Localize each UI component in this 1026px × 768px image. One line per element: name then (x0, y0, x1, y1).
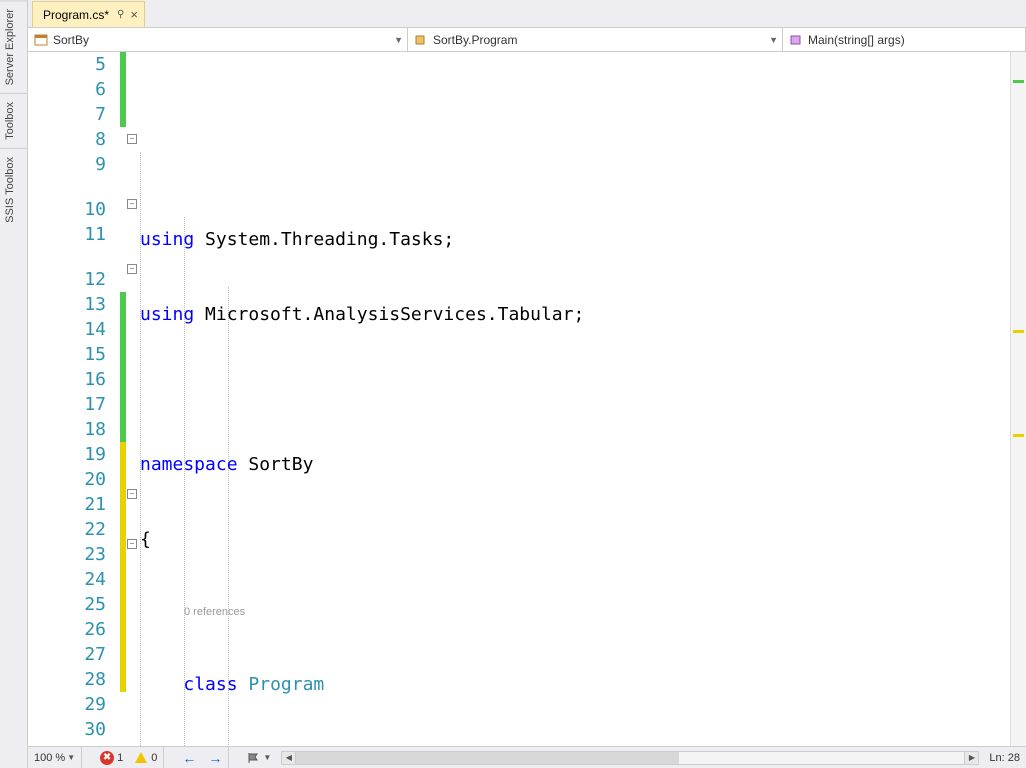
ssis-toolbox-tab[interactable]: SSIS Toolbox (0, 148, 27, 231)
chevron-down-icon: ▼ (394, 35, 403, 45)
navigation-bar: SortBy ▼ SortBy.Program ▼ Main(string[] … (28, 28, 1026, 52)
fold-toggle[interactable] (127, 199, 137, 209)
nav-project-dropdown[interactable]: SortBy ▼ (28, 28, 408, 51)
warning-count[interactable]: 0 (129, 747, 163, 768)
fold-toggle[interactable] (127, 539, 137, 549)
nav-forward-button[interactable]: → (202, 747, 228, 768)
close-icon[interactable]: × (130, 7, 138, 22)
error-count[interactable]: ✖1 (94, 747, 129, 768)
chevron-down-icon: ▼ (769, 35, 778, 45)
fold-column (126, 52, 140, 746)
nav-member-dropdown[interactable]: Main(string[] args) (783, 28, 1026, 51)
zoom-dropdown[interactable]: 100 %▼ (28, 747, 81, 768)
codelens-refs[interactable]: 0 references (184, 602, 245, 627)
nav-member-label: Main(string[] args) (808, 33, 905, 47)
class-icon (414, 34, 428, 46)
nav-class-label: SortBy.Program (433, 33, 517, 47)
line-number-gutter: 5 6 7 8 9 10 11 12 13 14 15 16 17 18 19 … (28, 52, 120, 746)
warning-icon (135, 752, 147, 763)
fold-toggle[interactable] (127, 489, 137, 499)
left-tool-strip: Server Explorer Toolbox SSIS Toolbox (0, 0, 28, 768)
method-icon (789, 34, 803, 46)
flag-icon (247, 752, 261, 764)
code-editor[interactable]: 5 6 7 8 9 10 11 12 13 14 15 16 17 18 19 … (28, 52, 1026, 746)
error-icon: ✖ (100, 751, 114, 765)
scroll-left-icon[interactable]: ◀ (282, 752, 296, 764)
fold-toggle[interactable] (127, 264, 137, 274)
nav-project-label: SortBy (53, 33, 89, 47)
file-tab-program[interactable]: Program.cs* ⚲ × (32, 1, 145, 27)
pin-icon[interactable]: ⚲ (117, 9, 124, 20)
scroll-right-icon[interactable]: ▶ (964, 752, 978, 764)
tracking-dropdown[interactable]: ▼ (241, 747, 277, 768)
file-tab-label: Program.cs* (43, 8, 109, 22)
toolbox-tab[interactable]: Toolbox (0, 93, 27, 148)
document-tab-bar: Program.cs* ⚲ × (28, 0, 1026, 28)
horizontal-scrollbar[interactable]: ◀ ▶ (281, 751, 979, 765)
nav-class-dropdown[interactable]: SortBy.Program ▼ (408, 28, 783, 51)
code-area[interactable]: using System.Threading.Tasks; using Micr… (140, 52, 1026, 746)
fold-toggle[interactable] (127, 134, 137, 144)
project-icon (34, 34, 48, 46)
cursor-position: Ln: 28 (983, 747, 1026, 768)
status-bar: 100 %▼ ✖1 0 ← → ▼ ◀ ▶ Ln: 28 (28, 746, 1026, 768)
server-explorer-tab[interactable]: Server Explorer (0, 0, 27, 93)
vertical-scrollbar[interactable] (1010, 52, 1026, 746)
nav-back-button[interactable]: ← (176, 747, 202, 768)
